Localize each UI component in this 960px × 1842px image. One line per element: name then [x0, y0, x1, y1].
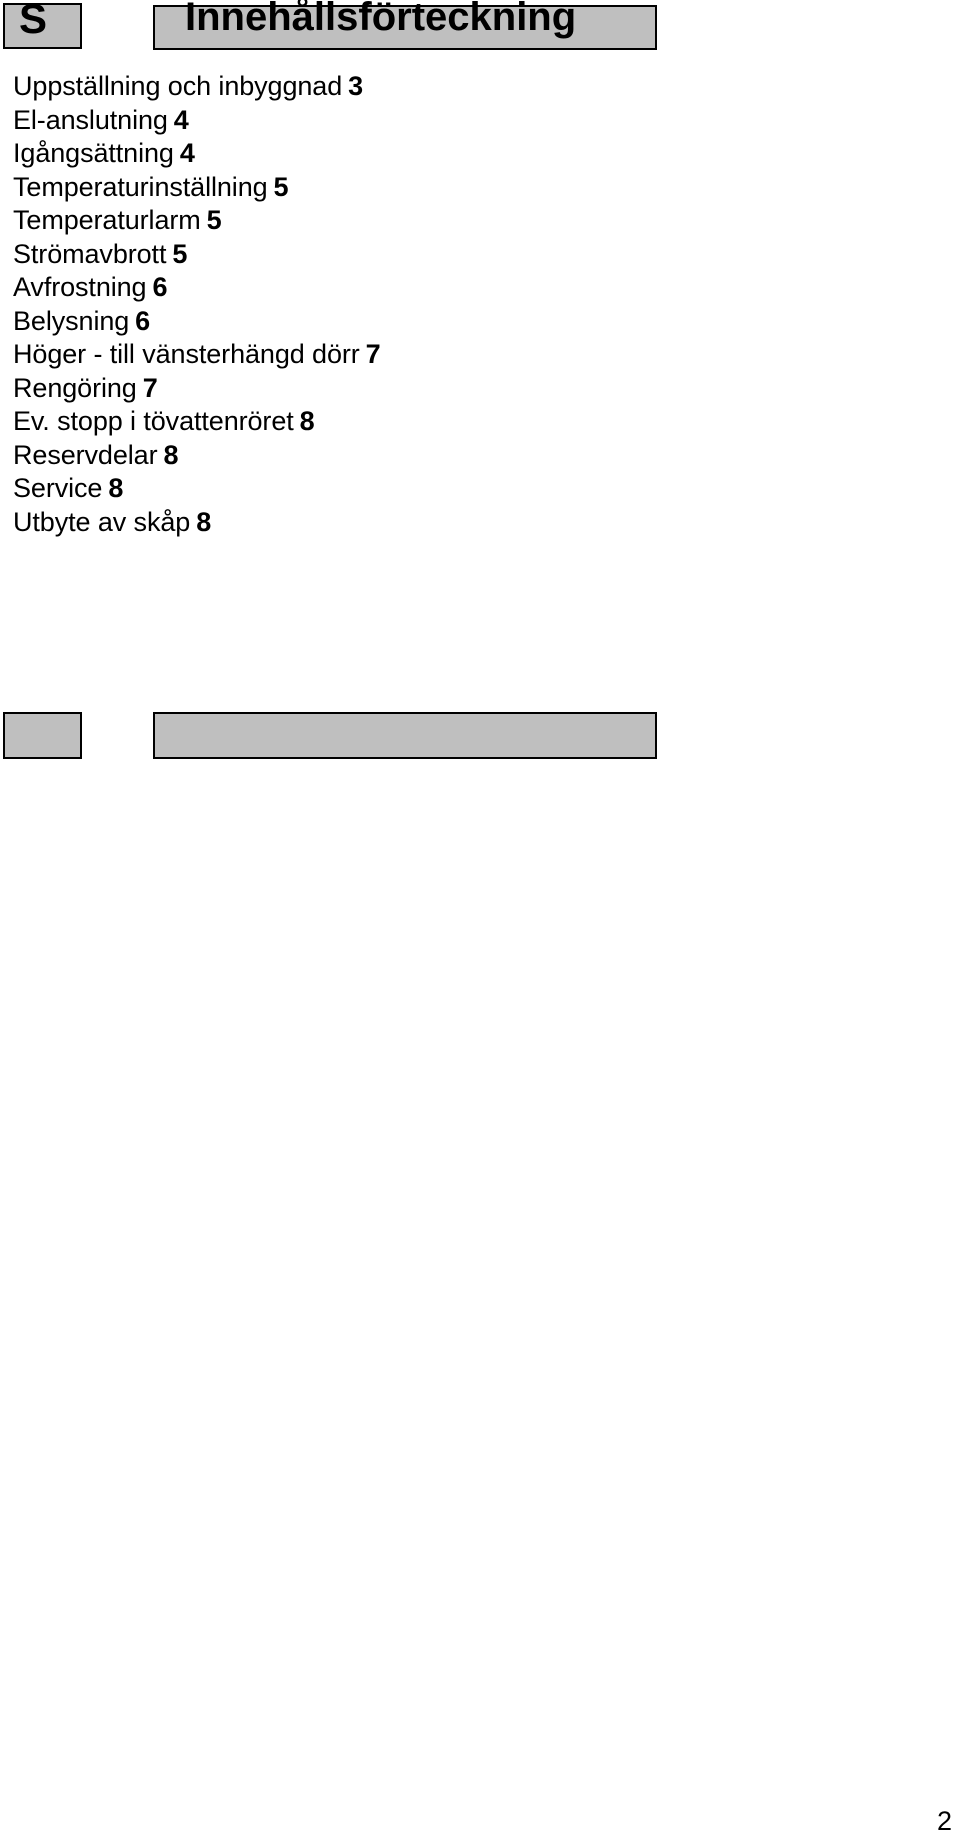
toc-entry-page: 8: [108, 473, 124, 503]
toc-entry-title: Temperaturinställning: [13, 171, 268, 202]
toc-entry[interactable]: Temperaturlarm 5: [13, 204, 713, 238]
toc-entry-title: Reservdelar: [13, 439, 158, 470]
page-title: Innehållsförteckning: [185, 0, 577, 39]
footer-title-box: [153, 712, 657, 759]
toc-entry[interactable]: Rengöring 7: [13, 372, 713, 406]
page-header: S Innehållsförteckning: [0, 0, 960, 58]
document-page: S Innehållsförteckning Uppställning och …: [0, 0, 960, 1842]
toc-entry[interactable]: El-anslutning 4: [13, 104, 713, 138]
toc-entry-title: Utbyte av skåp: [13, 506, 191, 537]
toc-entry-page: 8: [163, 439, 179, 470]
toc-entry-title: Uppställning och inbyggnad: [13, 71, 343, 101]
toc-entry-page: 6: [135, 305, 151, 336]
page-number: 2: [936, 1806, 952, 1836]
toc-entry-page: 6: [152, 272, 168, 302]
toc-entry-page: 5: [172, 238, 188, 269]
toc-entry-page: 5: [206, 205, 222, 235]
toc-entry-page: 4: [179, 138, 195, 168]
toc-entry-page: 8: [299, 406, 315, 436]
toc-entry-page: 3: [348, 71, 364, 101]
table-of-contents: Uppställning och inbyggnad 3 El-anslutnin…: [13, 70, 713, 539]
toc-entry[interactable]: Höger - till vänsterhängd dörr 7: [13, 338, 713, 372]
toc-entry[interactable]: Reservdelar 8: [13, 439, 713, 473]
toc-entry[interactable]: Temperaturinställning 5: [13, 171, 713, 205]
language-code-box: S: [3, 0, 82, 49]
toc-entry[interactable]: Ev. stopp i tövattenröret 8: [13, 405, 713, 439]
toc-entry-title: Avfrostning: [13, 272, 147, 302]
toc-entry-title: El-anslutning: [13, 104, 168, 135]
toc-entry-title: Service: [13, 473, 103, 503]
toc-entry-page: 4: [173, 104, 189, 135]
toc-entry-title: Strömavbrott: [13, 238, 167, 269]
page-title-box: Innehållsförteckning: [153, 0, 657, 50]
toc-entry[interactable]: Utbyte av skåp 8: [13, 506, 713, 540]
toc-entry[interactable]: Belysning 6: [13, 305, 713, 339]
toc-entry[interactable]: Igångsättning 4: [13, 137, 713, 171]
toc-entry[interactable]: Strömavbrott 5: [13, 238, 713, 272]
toc-entry-title: Belysning: [13, 305, 130, 336]
toc-entry-title: Temperaturlarm: [13, 205, 201, 235]
toc-entry[interactable]: Avfrostning 6: [13, 271, 713, 305]
toc-entry[interactable]: Uppställning och inbyggnad 3: [13, 70, 713, 104]
toc-entry-page: 5: [273, 171, 289, 202]
page-footer-bars: [0, 708, 960, 768]
footer-language-box: [3, 712, 82, 759]
toc-entry-page: 7: [365, 339, 381, 369]
language-code-label: S: [19, 0, 48, 42]
toc-entry[interactable]: Service 8: [13, 472, 713, 506]
toc-entry-title: Ev. stopp i tövattenröret: [13, 406, 294, 436]
toc-entry-title: Igångsättning: [13, 138, 174, 168]
toc-entry-title: Rengöring: [13, 372, 137, 403]
toc-entry-title: Höger - till vänsterhängd dörr: [13, 339, 360, 369]
toc-entry-page: 8: [196, 506, 212, 537]
toc-entry-page: 7: [142, 372, 158, 403]
